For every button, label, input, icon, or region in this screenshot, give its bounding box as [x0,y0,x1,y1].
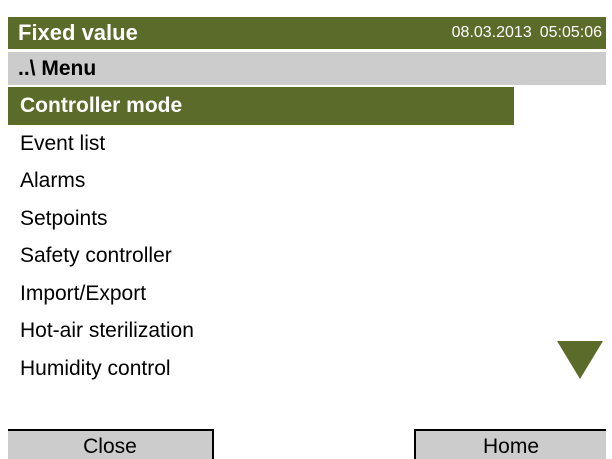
scroll-down-button[interactable] [557,341,603,379]
menu-item-humidity-control[interactable]: Humidity control [8,350,606,388]
title-bar: Fixed value 08.03.2013 05:05:06 [8,17,606,49]
breadcrumb[interactable]: ..\ Menu [8,52,606,85]
screen-title: Fixed value [18,20,138,45]
menu-item-alarms[interactable]: Alarms [8,162,606,200]
menu-list: Controller mode Event list Alarms Setpoi… [8,87,606,387]
date-readout: 08.03.2013 [451,24,532,41]
time-readout: 05:05:06 [539,24,602,41]
menu-item-hot-air-sterilization[interactable]: Hot-air sterilization [8,312,606,350]
menu-item-import-export[interactable]: Import/Export [8,275,606,313]
close-button[interactable]: Close [8,429,214,459]
menu-item-event-list[interactable]: Event list [8,125,606,163]
menu-item-setpoints[interactable]: Setpoints [8,200,606,238]
triangle-down-icon [557,341,603,379]
menu-item-controller-mode[interactable]: Controller mode [8,87,514,125]
menu-item-safety-controller[interactable]: Safety controller [8,237,606,275]
home-button[interactable]: Home [414,429,606,459]
date-time: 08.03.2013 05:05:06 [452,24,602,42]
controller-screen: Fixed value 08.03.2013 05:05:06 ..\ Menu… [8,17,606,459]
